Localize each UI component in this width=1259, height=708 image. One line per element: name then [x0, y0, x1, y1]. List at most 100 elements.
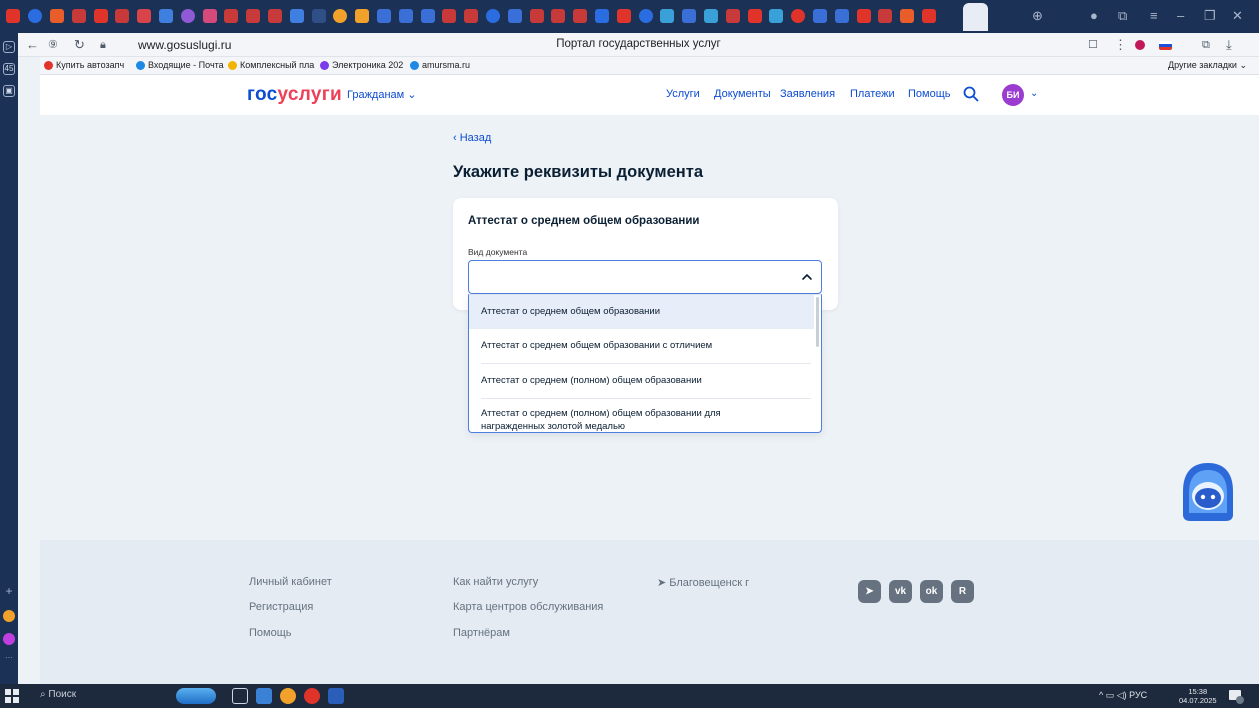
tab-favicon-icon[interactable] — [355, 9, 370, 23]
sidebar-alice-icon[interactable] — [3, 633, 15, 645]
tab-favicon-icon[interactable] — [246, 9, 261, 23]
bookmark-item[interactable]: amursma.ru — [410, 60, 470, 70]
tab-favicon-icon[interactable] — [333, 9, 348, 23]
sidebar-add-icon[interactable]: + — [3, 585, 15, 598]
robot-assistant-icon[interactable] — [1178, 461, 1238, 523]
chevron-up-icon[interactable] — [801, 271, 813, 283]
sidebar-mail-icon[interactable] — [3, 610, 15, 622]
rutube-icon[interactable]: R — [951, 580, 974, 603]
widget-icon[interactable] — [176, 688, 216, 704]
back-link[interactable]: ‹ Назад — [453, 132, 491, 144]
file-explorer-icon[interactable] — [256, 688, 272, 704]
tab-favicon-icon[interactable] — [50, 9, 64, 23]
footer-link[interactable]: Личный кабинет — [249, 576, 332, 588]
nav-help[interactable]: Помощь — [908, 88, 951, 100]
bookmark-item[interactable]: Купить автозапч — [44, 60, 124, 70]
sidebar-play-icon[interactable]: ▷ — [3, 41, 15, 53]
new-tab-icon[interactable]: ⊕ — [1032, 7, 1043, 25]
menu-icon[interactable]: ≡ — [1150, 7, 1158, 25]
document-type-select[interactable] — [468, 260, 822, 294]
tab-favicon-icon[interactable] — [398, 9, 413, 23]
footer-link[interactable]: Партнёрам — [453, 627, 510, 639]
footer-link[interactable]: Как найти услугу — [453, 576, 538, 588]
tab-favicon-icon[interactable] — [878, 9, 893, 23]
restore-icon[interactable]: ❐ — [1204, 7, 1216, 25]
nav-services[interactable]: Услуги — [666, 88, 700, 100]
profile-icon[interactable]: ● — [1090, 7, 1098, 25]
tab-favicon-icon[interactable] — [442, 9, 457, 23]
other-bookmarks[interactable]: Другие закладки ⌄ — [1168, 60, 1247, 71]
tab-favicon-icon[interactable] — [573, 9, 588, 23]
tab-favicon-icon[interactable] — [224, 9, 239, 23]
dropdown-option[interactable]: Аттестат о среднем общем образовании с о… — [469, 329, 814, 363]
tab-favicon-icon[interactable] — [28, 9, 42, 23]
search-icon[interactable] — [963, 86, 979, 102]
tab-favicon-icon[interactable] — [486, 9, 500, 23]
tab-favicon-icon[interactable] — [791, 9, 806, 23]
language-indicator[interactable]: РУС — [1129, 690, 1147, 700]
dropdown-scrollbar[interactable] — [816, 297, 819, 347]
yandex-browser-icon[interactable] — [304, 688, 320, 704]
tab-favicon-icon[interactable] — [202, 9, 217, 23]
tab-favicon-icon[interactable] — [660, 9, 675, 23]
sidebar-gallery-icon[interactable]: ▣ — [3, 85, 15, 97]
more-menu-icon[interactable]: ⋮ — [1114, 37, 1127, 53]
tab-favicon-icon[interactable] — [856, 9, 871, 23]
chevron-down-icon[interactable]: ⌄ — [1030, 88, 1038, 99]
tab-favicon-icon[interactable] — [747, 9, 762, 23]
nav-applications[interactable]: Заявления — [780, 88, 835, 100]
bookmark-item[interactable]: Входящие - Почта — [136, 60, 224, 70]
tab-favicon-icon[interactable] — [289, 9, 304, 23]
taskbar-search[interactable]: ⌕ Поиск — [40, 689, 76, 700]
dropdown-option[interactable]: Аттестат о среднем (полном) общем образо… — [469, 407, 814, 432]
download-icon[interactable]: ⤓ — [1226, 37, 1232, 53]
word-icon[interactable] — [328, 688, 344, 704]
nav-payments[interactable]: Платежи — [850, 88, 895, 100]
tab-favicon-icon[interactable] — [595, 9, 609, 23]
windows-start-icon[interactable] — [5, 689, 19, 703]
task-view-icon[interactable] — [232, 688, 248, 704]
nav-documents[interactable]: Документы — [714, 88, 771, 100]
audience-selector[interactable]: Гражданам ⌄ — [347, 88, 417, 101]
city-selector[interactable]: ➤ Благовещенск г — [657, 576, 749, 589]
screenshot-icon[interactable]: ⧉ — [1118, 7, 1127, 25]
tab-favicon-icon[interactable] — [900, 9, 915, 23]
extensions-icon[interactable]: ⧉ — [1202, 37, 1210, 53]
tab-favicon-icon[interactable] — [725, 9, 740, 23]
telegram-icon[interactable]: ➤ — [858, 580, 881, 603]
taskbar-clock[interactable]: 15:38 04.07.2025 — [1179, 687, 1217, 705]
tab-favicon-icon[interactable] — [682, 9, 697, 23]
tab-favicon-icon[interactable] — [115, 9, 130, 23]
active-tab[interactable] — [963, 3, 988, 31]
flag-icon[interactable] — [1159, 41, 1172, 50]
footer-link[interactable]: Помощь — [249, 627, 292, 639]
chrome-icon[interactable] — [280, 688, 296, 704]
tab-favicon-icon[interactable] — [159, 9, 173, 23]
tab-favicon-icon[interactable] — [93, 9, 108, 23]
tab-favicon-icon[interactable] — [71, 9, 86, 23]
dropdown-option[interactable]: Аттестат о среднем общем образовании — [469, 295, 814, 329]
tab-favicon-icon[interactable] — [551, 9, 566, 23]
tab-favicon-icon[interactable] — [704, 9, 718, 23]
ok-icon[interactable]: ok — [920, 580, 943, 603]
footer-link[interactable]: Карта центров обслуживания — [453, 601, 603, 613]
tab-favicon-icon[interactable] — [769, 9, 784, 23]
tab-favicon-icon[interactable] — [6, 9, 20, 23]
sidebar-more-icon[interactable]: ··· — [3, 653, 15, 665]
tab-favicon-icon[interactable] — [377, 9, 391, 23]
tab-favicon-icon[interactable] — [529, 9, 544, 23]
close-icon[interactable]: ✕ — [1232, 7, 1243, 25]
tab-favicon-icon[interactable] — [834, 9, 849, 23]
tab-favicon-icon[interactable] — [268, 9, 282, 23]
tab-favicon-icon[interactable] — [420, 9, 435, 23]
bookmark-icon[interactable]: ☐ — [1088, 37, 1098, 53]
vk-icon[interactable]: vk — [889, 580, 912, 603]
system-tray[interactable]: ^ ▭ ◁) РУС — [1099, 690, 1147, 701]
gosuslugi-logo[interactable]: госуслуги — [247, 84, 342, 106]
bookmark-item[interactable]: Комплексный пла — [228, 60, 314, 70]
tab-favicon-icon[interactable] — [616, 9, 631, 23]
sidebar-app-icon[interactable]: 45 — [3, 63, 15, 75]
notification-icon[interactable] — [1228, 688, 1244, 704]
tab-favicon-icon[interactable] — [137, 9, 152, 23]
tab-favicon-icon[interactable] — [311, 9, 326, 23]
